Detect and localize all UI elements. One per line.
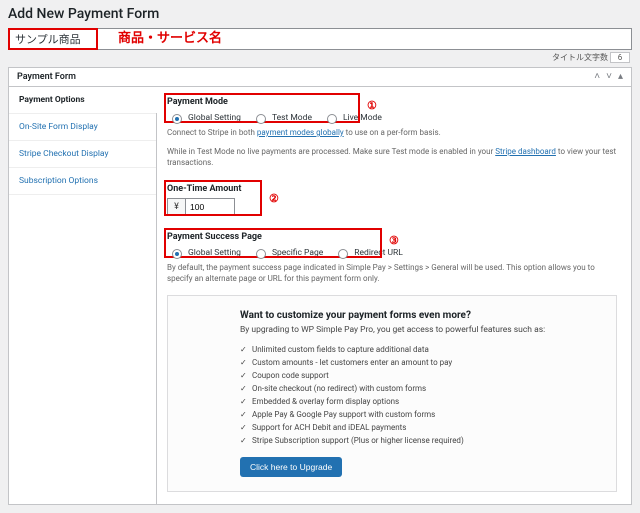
upsell-title: Want to customize your payment forms eve…	[240, 310, 600, 321]
payment-mode-option-test[interactable]: Test Mode	[251, 111, 312, 124]
success-page-option-redirect[interactable]: Redirect URL	[333, 246, 403, 259]
radio-success-redirect[interactable]	[338, 249, 348, 259]
tab-stripe-checkout-display[interactable]: Stripe Checkout Display	[9, 141, 156, 168]
payment-mode-option-global[interactable]: Global Setting	[167, 111, 241, 124]
radio-label: Live Mode	[343, 113, 382, 123]
radio-label: Redirect URL	[354, 248, 403, 258]
payment-mode-option-live[interactable]: Live Mode	[322, 111, 382, 124]
payment-mode-helper-1: Connect to Stripe in both payment modes …	[167, 128, 617, 139]
upsell-panel: Want to customize your payment forms eve…	[167, 295, 617, 492]
upsell-feature: Support for ACH Debit and iDEAL payments	[240, 421, 600, 434]
radio-global-setting[interactable]	[172, 114, 182, 124]
radio-success-specific[interactable]	[256, 249, 266, 259]
payment-mode-helper-2: While in Test Mode no live payments are …	[167, 147, 617, 169]
upsell-feature: Coupon code support	[240, 369, 600, 382]
payment-success-page-label: Payment Success Page	[167, 232, 617, 242]
radio-live-mode[interactable]	[327, 114, 337, 124]
radio-label: Global Setting	[188, 248, 241, 258]
radio-success-global[interactable]	[172, 249, 182, 259]
upsell-feature: Apple Pay & Google Pay support with cust…	[240, 408, 600, 421]
one-time-amount-label: One-Time Amount	[167, 184, 617, 194]
payment-form-postbox: Payment Form ˄ ˅ ▴ Payment Options On-Si…	[8, 67, 632, 505]
page-heading: Add New Payment Form	[8, 6, 632, 22]
collapse-toggle-icon[interactable]: ▴	[618, 72, 623, 82]
upsell-feature: On-site checkout (no redirect) with cust…	[240, 382, 600, 395]
chevron-up-icon[interactable]: ˄	[594, 72, 600, 82]
tab-payment-options[interactable]: Payment Options	[9, 87, 156, 114]
payment-mode-label: Payment Mode	[167, 97, 617, 107]
one-time-amount-input[interactable]	[185, 198, 235, 216]
payment-success-page-helper: By default, the payment success page ind…	[167, 263, 617, 285]
radio-label: Test Mode	[272, 113, 312, 123]
currency-prefix: ¥	[167, 198, 185, 216]
chevron-down-icon[interactable]: ˅	[606, 72, 612, 82]
upsell-subtitle: By upgrading to WP Simple Pay Pro, you g…	[240, 325, 600, 335]
upsell-feature: Stripe Subscription support (Plus or hig…	[240, 434, 600, 447]
upgrade-button[interactable]: Click here to Upgrade	[240, 457, 342, 477]
form-title-input[interactable]	[8, 28, 632, 50]
upsell-feature: Unlimited custom fields to capture addit…	[240, 343, 600, 356]
tab-onsite-form-display[interactable]: On-Site Form Display	[9, 114, 156, 141]
payment-mode-group: ① Payment Mode Global Setting Test Mode	[167, 97, 617, 168]
upsell-feature: Custom amounts - let customers enter an …	[240, 356, 600, 369]
success-page-option-specific[interactable]: Specific Page	[251, 246, 323, 259]
title-counter-row: タイトル文字数 6	[8, 52, 630, 63]
payment-success-page-group: ③ Payment Success Page Global Setting Sp…	[167, 232, 617, 285]
radio-label: Global Setting	[188, 113, 241, 123]
settings-tab-nav: Payment Options On-Site Form Display Str…	[9, 87, 157, 504]
postbox-title: Payment Form	[17, 72, 76, 82]
tab-subscription-options[interactable]: Subscription Options	[9, 168, 156, 195]
radio-label: Specific Page	[272, 248, 323, 258]
one-time-amount-group: ② One-Time Amount ¥	[167, 184, 617, 216]
settings-content: ① Payment Mode Global Setting Test Mode	[157, 87, 631, 504]
link-payment-modes-globally[interactable]: payment modes globally	[257, 128, 344, 137]
link-stripe-dashboard[interactable]: Stripe dashboard	[495, 147, 556, 156]
postbox-body: Payment Options On-Site Form Display Str…	[9, 87, 631, 504]
title-counter-value: 6	[610, 52, 630, 63]
title-row: 商品・サービス名	[8, 28, 632, 50]
upsell-feature-list: Unlimited custom fields to capture addit…	[240, 343, 600, 447]
radio-test-mode[interactable]	[256, 114, 266, 124]
success-page-option-global[interactable]: Global Setting	[167, 246, 241, 259]
postbox-header: Payment Form ˄ ˅ ▴	[9, 68, 631, 87]
upsell-feature: Embedded & overlay form display options	[240, 395, 600, 408]
title-counter-label: タイトル文字数	[552, 53, 608, 62]
